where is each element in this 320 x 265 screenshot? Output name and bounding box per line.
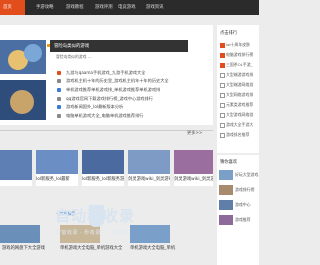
nav-item-mobile-guide[interactable]: 手游攻略 <box>36 0 54 15</box>
card-image <box>0 150 32 180</box>
nav-item-home[interactable]: 首页 <box>0 0 25 15</box>
featured-subtitle: 冒险岛类似的游戏 ... <box>56 54 92 59</box>
rank-icon <box>220 63 225 68</box>
bottom-image[interactable] <box>0 225 40 243</box>
featured-title-bar[interactable]: 冒险岛类似的游戏 <box>50 40 188 52</box>
sidebar-hot-item[interactable]: 三国杀OL手游_ <box>226 62 253 68</box>
news-item[interactable]: 电脑单机游戏大全_电脑单机游戏推荐排行 <box>56 113 143 119</box>
card[interactable]: 剑灵游戏wiki_剑灵游戏wiki攻略 <box>128 150 170 186</box>
watermark-title: 自动秒收录 <box>55 207 136 225</box>
news-item[interactable]: 单机游戏推荐单机游戏排_单机游戏推荐单机游戏排 <box>56 87 160 93</box>
rec-thumb[interactable] <box>219 170 233 180</box>
rank-icon <box>220 83 225 88</box>
sidebar-hot-item[interactable]: 大型网络游戏排 <box>226 92 253 98</box>
nav-item-esports[interactable]: 电竞游戏 <box>118 0 136 15</box>
card-image <box>36 150 78 174</box>
sidebar-rec-item[interactable]: 游戏推荐 <box>235 217 251 223</box>
card-caption: lol新服务_lol新服务游戏 <box>82 177 124 182</box>
sidebar-hot-item[interactable]: 电脑游戏排行榜 <box>226 52 253 58</box>
nav-item-news[interactable]: 游戏资讯 <box>146 0 164 15</box>
sidebar-rec-item[interactable]: 游戏排行榜 <box>235 187 254 193</box>
nav-item-tutorial[interactable]: 游戏教程 <box>66 0 84 15</box>
rank-icon <box>220 113 225 118</box>
more-link[interactable]: 更多>> <box>187 130 202 136</box>
sidebar-hot-item[interactable]: 大型端游游戏排 <box>226 72 253 78</box>
rank-icon <box>220 103 225 108</box>
rank-icon <box>220 43 225 48</box>
sidebar-hot-item[interactable]: 元素类游戏推荐 <box>226 102 253 108</box>
bottom-caption[interactable]: 单机游戏大全电脑_单机 <box>130 245 175 251</box>
card-image <box>174 150 213 174</box>
news-item[interactable]: 游戏新闻国外_lol最新版本分析 <box>56 104 123 110</box>
sidebar-recommend-title: 猜你喜欢 <box>220 160 238 165</box>
rank-icon <box>220 133 225 138</box>
news-item[interactable]: 九游与qaama手机游戏_九游手机游戏大全 <box>56 70 145 76</box>
news-item[interactable]: 游戏机主机十年的历史里_游戏机主机年十年的历史大全 <box>57 78 169 84</box>
rec-thumb[interactable] <box>219 200 233 210</box>
card[interactable]: 剑灵游戏wiki_剑灵游戏w <box>174 150 213 186</box>
card-caption: 剑灵游戏wiki_剑灵游戏wiki攻略 <box>128 177 170 182</box>
rank-icon <box>220 73 225 78</box>
card[interactable]: lol新服务_lol最新 <box>36 150 78 186</box>
card-caption: lol新服务_lol最新 <box>36 177 70 182</box>
sidebar-rec-item[interactable]: 游戏中心 <box>235 202 251 208</box>
card-image <box>82 150 124 174</box>
featured-image-2[interactable] <box>0 80 46 120</box>
sidebar-rec-item[interactable]: 好玩大型游戏 <box>235 172 258 178</box>
card[interactable]: lol新服务_lol新服务游戏 <box>82 150 124 186</box>
featured-marker <box>47 44 50 47</box>
rank-icon <box>220 93 225 98</box>
rank-icon <box>220 53 225 58</box>
sidebar-hot-item[interactable]: 游戏大全手游大 <box>226 122 253 128</box>
news-item[interactable]: qq游戏官网下载游戏排行榜_游戏中心游戏排行 <box>57 96 153 102</box>
sidebar-hot-item[interactable]: 大型端游网络游 <box>226 82 253 88</box>
sidebar-hot-item[interactable]: 大型游戏网络游 <box>226 112 253 118</box>
watermark-subtitle: 智能收录 · 秒收录 · 一键收录 <box>56 230 130 236</box>
card-caption: 剑灵游戏wiki_剑灵游戏w <box>174 177 213 182</box>
nav-item-review[interactable]: 游戏评测 <box>95 0 113 15</box>
section-divider <box>0 130 213 131</box>
rank-icon <box>220 123 225 128</box>
card[interactable] <box>0 150 32 186</box>
featured-image[interactable] <box>0 40 46 74</box>
sidebar-hot-item[interactable]: lol十周年皮肤 <box>226 42 250 48</box>
sidebar-hot-item[interactable]: 游戏排名推荐 <box>226 132 249 138</box>
sidebar-hot-title: 点击排行 <box>220 31 238 36</box>
card-image <box>128 150 170 174</box>
bottom-caption[interactable]: 单机游戏大全电脑_单机游戏大全 <box>60 245 122 251</box>
bottom-caption[interactable]: 游戏的网盘下大全游戏 <box>2 245 45 251</box>
top-navbar: 首页 手游攻略 游戏教程 游戏评测 电竞游戏 游戏资讯 <box>0 0 259 15</box>
featured-title: 冒险岛类似的游戏 <box>54 44 90 49</box>
rec-thumb[interactable] <box>219 215 233 225</box>
rec-thumb[interactable] <box>219 185 233 195</box>
